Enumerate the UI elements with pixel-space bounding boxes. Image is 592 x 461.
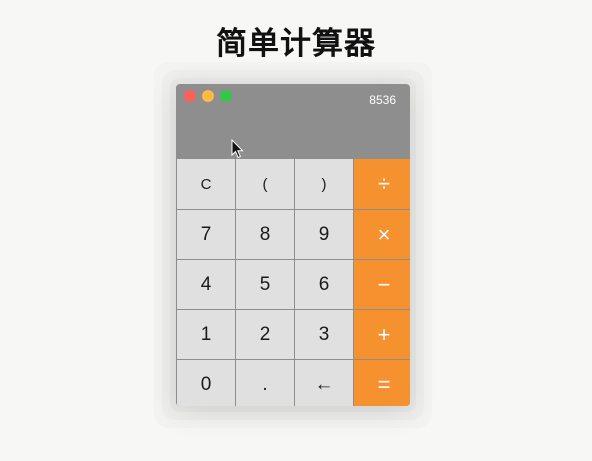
keypad: C ( ) ÷ 7 8 9 × 4 5 6 − 1 2 3 + 0 . ← = [176, 159, 410, 406]
key-4[interactable]: 4 [177, 260, 235, 309]
key-decimal[interactable]: . [236, 360, 294, 406]
key-subtract[interactable]: − [354, 260, 410, 309]
close-window-button[interactable] [184, 90, 196, 102]
key-8[interactable]: 8 [236, 210, 294, 259]
calculator-display: 8536 [369, 93, 396, 107]
key-1[interactable]: 1 [177, 310, 235, 359]
key-clear[interactable]: C [177, 159, 235, 209]
calculator-window: 8536 C ( ) ÷ 7 8 9 × 4 5 6 − 1 2 3 + 0 .… [176, 84, 410, 406]
minimize-window-button[interactable] [202, 90, 214, 102]
key-2[interactable]: 2 [236, 310, 294, 359]
key-9[interactable]: 9 [295, 210, 353, 259]
mouse-pointer-icon [231, 139, 244, 159]
key-open-paren[interactable]: ( [236, 159, 294, 209]
key-7[interactable]: 7 [177, 210, 235, 259]
window-controls [184, 90, 232, 102]
key-0[interactable]: 0 [177, 360, 235, 406]
key-multiply[interactable]: × [354, 210, 410, 259]
key-6[interactable]: 6 [295, 260, 353, 309]
key-divide[interactable]: ÷ [354, 159, 410, 209]
key-5[interactable]: 5 [236, 260, 294, 309]
key-backspace[interactable]: ← [295, 360, 353, 406]
page-title: 简单计算器 [216, 26, 376, 62]
key-add[interactable]: + [354, 310, 410, 359]
key-equals[interactable]: = [354, 360, 410, 406]
key-3[interactable]: 3 [295, 310, 353, 359]
maximize-window-button[interactable] [220, 90, 232, 102]
key-close-paren[interactable]: ) [295, 159, 353, 209]
